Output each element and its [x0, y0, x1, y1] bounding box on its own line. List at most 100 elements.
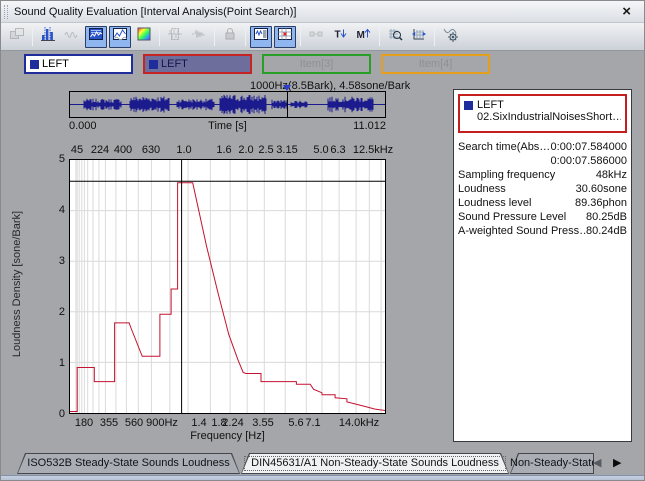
toolbar-button-zoom-grid[interactable]	[384, 26, 406, 48]
link-icon	[308, 26, 324, 47]
channel-tab-label: LEFT	[161, 58, 188, 70]
measurement-row: Loudness level 89.36phon	[454, 196, 631, 210]
result-info-panel: LEFT 02.SixIndustrialNoisesShort… Search…	[453, 89, 632, 442]
toolbar-button-spectro-wave[interactable]	[85, 25, 107, 48]
interval-wave-icon	[191, 26, 207, 47]
toolbar-button-wave-list[interactable]	[250, 25, 272, 48]
measurement-value: 0:00:07.584000	[550, 141, 627, 153]
analysis-tab-1[interactable]: ISO532B Steady-State Sounds Loudness	[17, 453, 240, 474]
top-tick-label: 2.5	[258, 144, 274, 156]
analysis-tab-3[interactable]: Non-Steady-State	[510, 453, 594, 474]
channel-legend-box[interactable]: LEFT 02.SixIndustrialNoisesShort…	[458, 94, 627, 133]
sort-time-icon: T	[332, 26, 348, 47]
measurement-row: Sampling frequency 48kHz	[454, 168, 631, 182]
toolbar-button-analysis-settings[interactable]	[439, 26, 461, 48]
chart-y-axis-title: Loudness Density [sone/Bark]	[11, 210, 23, 358]
axis-scale-icon	[411, 26, 427, 47]
lock-icon	[222, 26, 238, 47]
y-tick-label: 0	[58, 408, 65, 420]
toolbar-button-sort-max[interactable]: M	[353, 26, 375, 48]
channel-swatch-icon	[149, 59, 158, 69]
top-tick-label: 630	[141, 144, 161, 156]
toolbar-button-sort-time[interactable]: T	[329, 26, 351, 48]
analysis-settings-icon	[442, 26, 458, 47]
y-tick-label: 3	[58, 255, 65, 267]
bottom-tick-label: 3.55	[252, 417, 274, 429]
svg-text:M: M	[357, 30, 365, 41]
toolbar-button-colormap[interactable]	[133, 26, 155, 48]
toolbar-button-lock	[219, 26, 241, 48]
spectro-wave-icon	[88, 26, 104, 47]
sort-max-icon: M	[356, 26, 372, 47]
y-tick-label: 4	[58, 204, 65, 216]
overview-waveform[interactable]	[69, 91, 386, 118]
channel-tab-1[interactable]: LEFT	[24, 54, 133, 74]
analysis-tab-label: Non-Steady-State	[510, 457, 594, 469]
channel-tab-2[interactable]: LEFT	[143, 54, 252, 74]
channel-swatch-icon	[30, 59, 39, 69]
y-tick-label: 2	[58, 306, 65, 318]
top-tick-label: 3.15	[276, 144, 298, 156]
toolbar-separator	[32, 27, 33, 46]
measurement-value: 80.25dB	[586, 211, 627, 223]
y-tick-label: 1	[58, 357, 65, 369]
interval-select-icon	[167, 26, 183, 47]
tab-scroll-right-icon[interactable]: ▶	[613, 456, 621, 470]
measurement-label: Search time(Abs…	[458, 141, 551, 153]
titlebar-grip-icon	[4, 4, 8, 19]
bottom-tick-label: 1.4	[191, 417, 207, 429]
tab-scroll-left-icon[interactable]: ◀	[593, 456, 601, 470]
analysis-tab-2[interactable]: DIN45631/A1 Non-Steady-State Sounds Loud…	[241, 453, 509, 474]
bottom-tick-label: 560	[124, 417, 144, 429]
bottom-tick-label: 5.6	[288, 417, 304, 429]
bottom-tick-label: 900Hz	[146, 417, 178, 429]
toolbar-button-waveform	[61, 26, 83, 48]
toolbar-separator	[434, 27, 435, 46]
chart-x-axis-title: Frequency [Hz]	[190, 430, 265, 442]
measurement-value: 89.36phon	[575, 197, 627, 209]
top-tick-label: 6.3	[330, 144, 346, 156]
channel-color-swatch-icon	[464, 100, 473, 110]
toolbar-separator	[379, 27, 380, 46]
channel-tab-4[interactable]: Item[4]	[381, 54, 490, 74]
measurement-value: 0:00:07.586000	[550, 155, 627, 167]
analysis-tab-label: DIN45631/A1 Non-Steady-State Sounds Loud…	[241, 453, 509, 474]
top-tick-label: 224	[90, 144, 110, 156]
bottom-tick-label: 7.1	[305, 417, 321, 429]
bar-graph-icon	[40, 26, 56, 47]
analysis-tab-bar: Non-Steady-State DIN45631/A1 Non-Steady-S…	[1, 451, 644, 475]
zoom-grid-icon	[387, 26, 403, 47]
measurement-label: Loudness	[458, 183, 506, 195]
toolbar-separator	[214, 27, 215, 46]
analysis-tab-label: ISO532B Steady-State Sounds Loudness	[27, 457, 230, 469]
top-tick-label: 12.5kHz	[352, 144, 394, 156]
copy-window-icon	[9, 26, 25, 47]
top-tick-label: 1.0	[176, 144, 192, 156]
measurement-row: 0:00:07.586000	[454, 154, 631, 168]
measurement-row: A-weighted Sound Press… 80.24dB	[454, 224, 631, 238]
toolbar-button-axis-scale[interactable]	[408, 26, 430, 48]
measurement-label: Sound Pressure Level	[458, 211, 567, 223]
colormap-icon	[136, 26, 152, 47]
top-tick-label: 5.0	[313, 144, 329, 156]
toolbar-button-bar-graph[interactable]	[37, 26, 59, 48]
channel-tab-label: Item[3]	[299, 58, 334, 70]
measurement-value: 30.60sone	[575, 183, 627, 195]
toolbar-button-link	[305, 26, 327, 48]
wave-list-icon	[253, 26, 269, 47]
loudness-density-plot[interactable]	[69, 159, 386, 414]
top-tick-label: 45	[70, 144, 84, 156]
legend-file-name: 02.SixIndustrialNoisesShort…	[477, 111, 621, 123]
overview-cursor-line[interactable]	[287, 91, 288, 118]
title-bar[interactable]: Sound Quality Evaluation [Interval Analy…	[1, 1, 644, 23]
toolbar-button-copy-window	[6, 26, 28, 48]
channel-tab-3[interactable]: Item[3]	[262, 54, 371, 74]
measurement-row: Search time(Abs… 0:00:07.584000	[454, 140, 631, 154]
legend-channel-name: LEFT	[477, 99, 504, 111]
close-icon[interactable]: ×	[622, 2, 631, 22]
measurement-label: Loudness level	[458, 197, 532, 209]
sound-quality-evaluation-window: Sound Quality Evaluation [Interval Analy…	[0, 0, 645, 481]
toolbar-button-line-overlay[interactable]	[109, 25, 131, 48]
measurement-rows: Search time(Abs… 0:00:07.584000 0:00:07.58…	[454, 140, 631, 238]
toolbar-button-point-search[interactable]	[274, 25, 296, 48]
